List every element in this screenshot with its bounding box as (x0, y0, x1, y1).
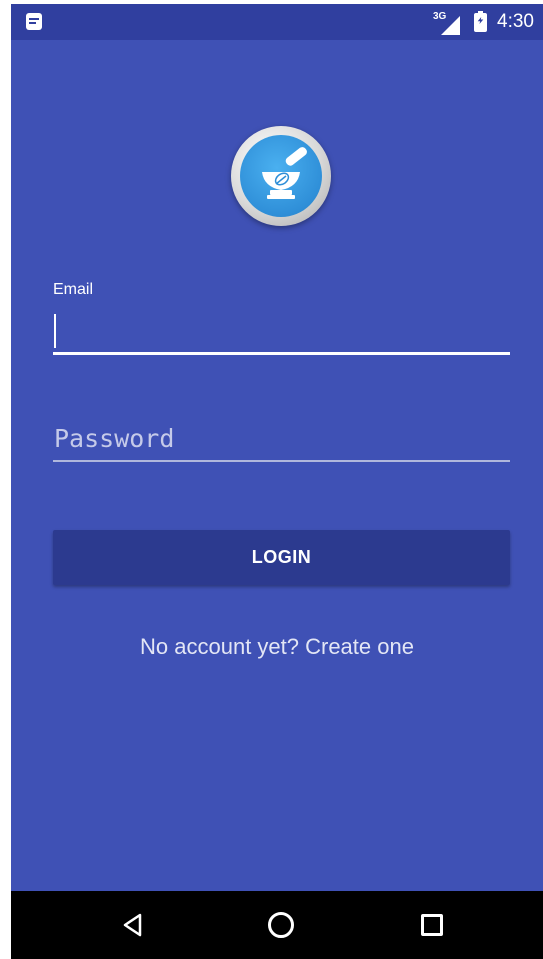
status-clock: 4:30 (497, 11, 534, 32)
battery-charging-icon (474, 11, 487, 32)
email-field[interactable] (53, 306, 510, 355)
navigation-bar (11, 891, 543, 959)
mortar-pestle-leaf-icon (240, 135, 322, 217)
email-input[interactable] (53, 306, 510, 352)
login-button[interactable]: LOGIN (53, 530, 510, 585)
password-field[interactable] (53, 418, 510, 462)
email-label: Email (53, 281, 94, 298)
back-icon[interactable] (121, 913, 145, 937)
recents-icon[interactable] (421, 914, 443, 936)
signal-icon (441, 16, 460, 35)
email-underline (53, 352, 510, 355)
app-logo (231, 126, 331, 226)
text-cursor (54, 314, 56, 348)
status-bar: 3G 4:30 (11, 4, 543, 40)
login-screen: 3G 4:30 Email LOGIN No account yet? Crea… (11, 4, 543, 959)
password-underline (53, 460, 510, 462)
home-icon[interactable] (268, 912, 294, 938)
password-input[interactable] (53, 418, 510, 458)
create-account-link[interactable]: No account yet? Create one (11, 634, 543, 660)
notification-icon (26, 13, 42, 30)
